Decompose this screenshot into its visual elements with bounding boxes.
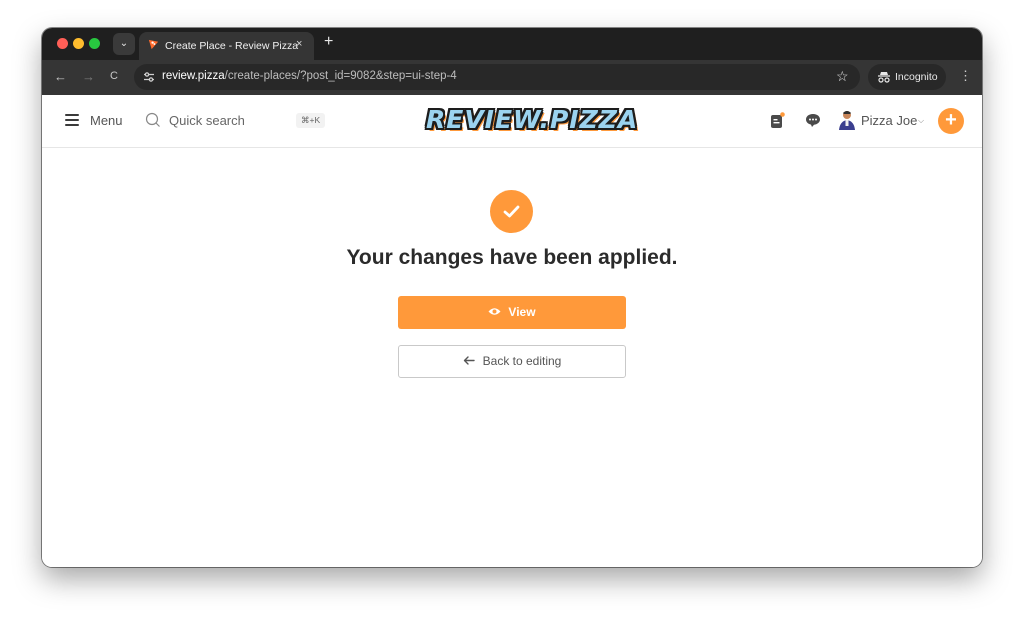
- view-button-label: View: [508, 305, 536, 319]
- search-shortcut-badge: ⌘+K: [296, 113, 326, 128]
- url-text: review.pizza/create-places/?post_id=9082…: [162, 70, 457, 82]
- minimize-window-button[interactable]: [73, 38, 84, 49]
- back-arrow-icon[interactable]: ←: [54, 69, 67, 84]
- browser-toolbar: ← → C review.pizza/create-places/?post_i…: [42, 60, 982, 95]
- site-settings-icon[interactable]: [141, 69, 157, 85]
- view-button[interactable]: View: [398, 296, 626, 329]
- messages-icon[interactable]: [804, 111, 822, 129]
- back-to-editing-button[interactable]: Back to editing: [398, 345, 626, 378]
- site-header: Menu Quick search ⌘+K REVIEW.PIZZA Pizza…: [42, 95, 982, 148]
- success-message: Your changes have been applied.: [346, 246, 678, 269]
- tab-strip: ⌄ Create Place - Review Pizza × +: [42, 28, 982, 60]
- browser-menu-icon[interactable]: ⋮: [959, 68, 972, 84]
- search-icon[interactable]: [145, 112, 161, 128]
- incognito-icon: [878, 72, 890, 83]
- tab-close-icon[interactable]: ×: [296, 38, 302, 50]
- tab-search-button[interactable]: ⌄: [113, 33, 135, 55]
- chevron-down-icon[interactable]: ⌵: [918, 116, 924, 126]
- incognito-badge[interactable]: Incognito: [868, 64, 946, 90]
- back-button-label: Back to editing: [482, 354, 562, 368]
- url-path: /create-places/?post_id=9082&step=ui-ste…: [224, 70, 457, 82]
- incognito-label: Incognito: [895, 71, 938, 83]
- hamburger-menu-icon[interactable]: [65, 114, 79, 126]
- menu-button[interactable]: Menu: [90, 113, 123, 128]
- success-badge: [490, 190, 533, 233]
- reload-icon[interactable]: C: [110, 70, 118, 82]
- address-bar[interactable]: review.pizza/create-places/?post_id=9082…: [134, 64, 860, 90]
- browser-window: ⌄ Create Place - Review Pizza × + ← → C …: [42, 28, 982, 567]
- tab-title: Create Place - Review Pizza: [165, 40, 299, 52]
- pizza-favicon-icon: [148, 39, 159, 50]
- eye-icon: [488, 308, 501, 316]
- main-content: Your changes have been applied. View Bac…: [42, 148, 982, 567]
- tab-create-place[interactable]: Create Place - Review Pizza ×: [139, 32, 314, 60]
- user-name[interactable]: Pizza Joe: [861, 113, 917, 128]
- notifications-icon[interactable]: [769, 111, 787, 129]
- add-button[interactable]: +: [938, 108, 964, 134]
- quick-search-button[interactable]: Quick search: [169, 113, 245, 128]
- checkmark-icon: [503, 205, 520, 218]
- url-host: review.pizza: [162, 70, 225, 82]
- site-logo[interactable]: REVIEW.PIZZA: [426, 105, 638, 134]
- bookmark-star-icon[interactable]: ☆: [836, 68, 849, 85]
- forward-arrow-icon[interactable]: →: [82, 69, 95, 84]
- close-window-button[interactable]: [57, 38, 68, 49]
- new-tab-button[interactable]: +: [324, 33, 333, 51]
- maximize-window-button[interactable]: [89, 38, 100, 49]
- user-avatar[interactable]: [837, 109, 857, 131]
- arrow-left-icon: [463, 356, 475, 366]
